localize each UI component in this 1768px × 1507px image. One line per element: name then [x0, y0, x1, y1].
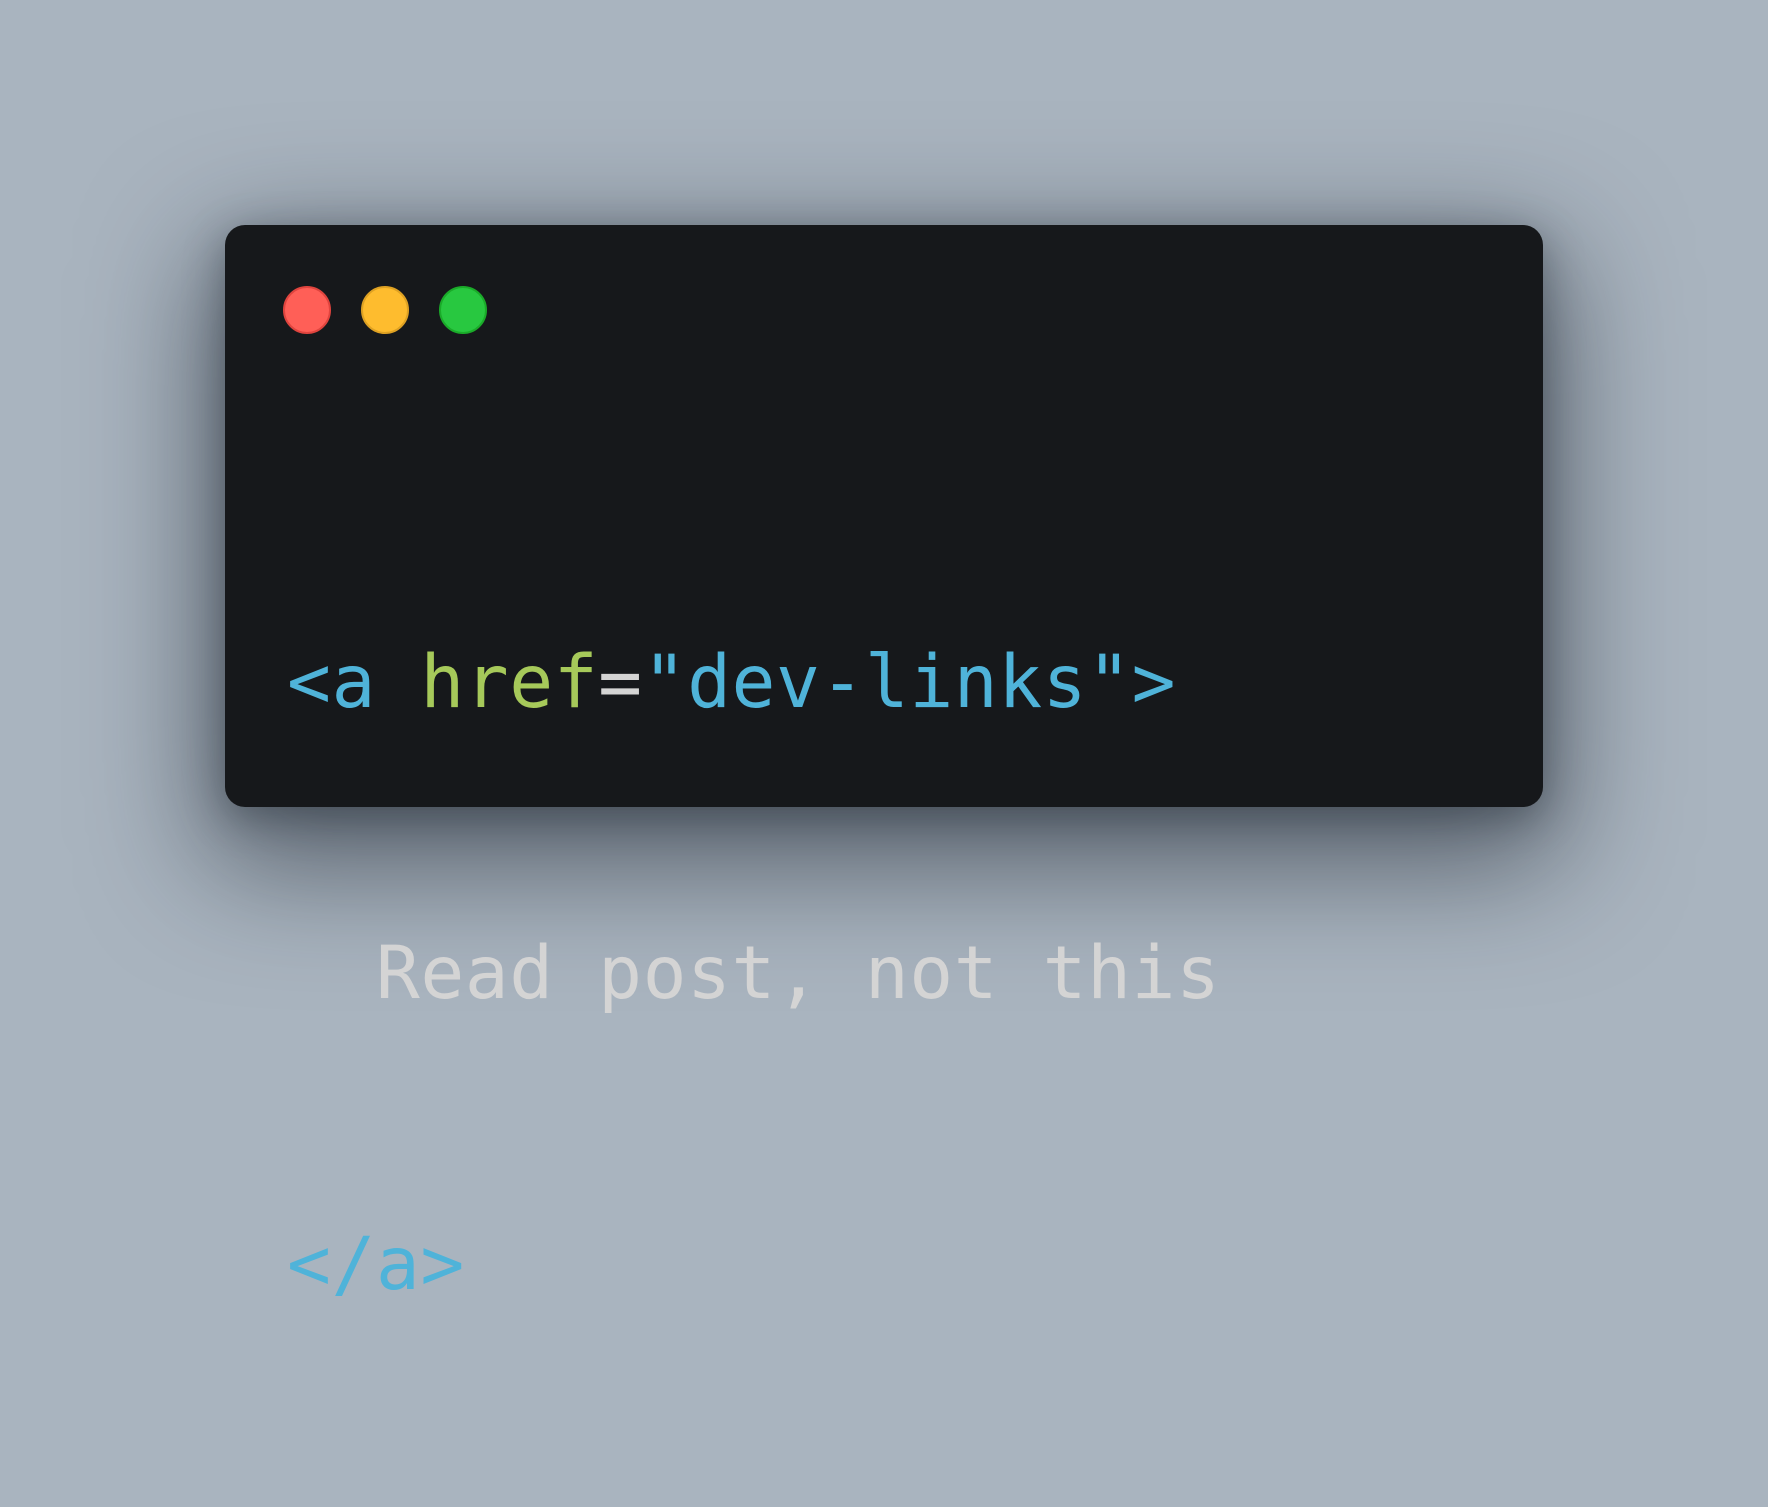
close-window-button[interactable]	[283, 286, 331, 334]
code-line-2: Read post, not this	[287, 925, 1220, 1022]
minimize-window-button[interactable]	[361, 286, 409, 334]
open-tag-token: <a	[287, 640, 376, 725]
indent-token	[287, 931, 376, 1016]
code-block: <a href="dev-links"> Read post, not this…	[287, 440, 1220, 1507]
equals-token: =	[598, 640, 643, 725]
code-snippet-window: <a href="dev-links"> Read post, not this…	[225, 225, 1543, 1307]
code-line-1: <a href="dev-links">	[287, 634, 1220, 731]
window-controls	[283, 286, 487, 334]
code-line-3: </a>	[287, 1216, 1220, 1313]
link-text-token: Read post, not this	[375, 931, 1221, 1016]
attribute-name-token: href	[420, 640, 599, 725]
close-bracket-token: >	[1131, 640, 1177, 725]
closing-tag-token: </a>	[287, 1222, 465, 1307]
maximize-window-button[interactable]	[439, 286, 487, 334]
attribute-value-token: "dev-links"	[642, 640, 1132, 725]
